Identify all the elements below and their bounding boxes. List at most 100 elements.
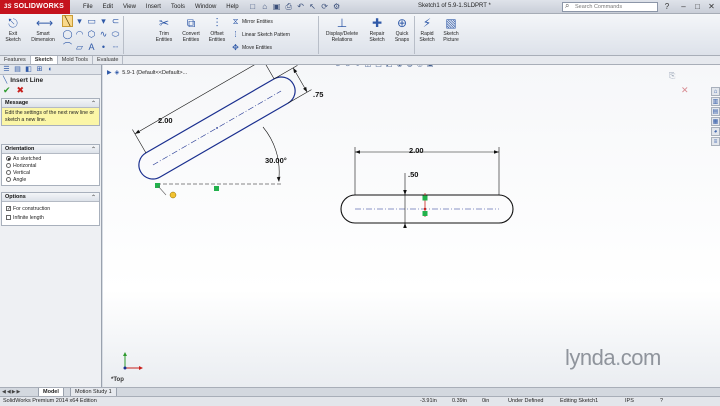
triad-x-arrow xyxy=(139,366,143,370)
exit-sketch-button[interactable]: ⎋ Exit Sketch xyxy=(2,16,24,43)
relation-marker-icon[interactable] xyxy=(422,211,428,216)
slot-2[interactable] xyxy=(340,147,514,228)
text-tool-icon[interactable]: A xyxy=(86,41,97,53)
radio-icon xyxy=(6,163,11,168)
arc-tool-icon[interactable]: ◠ xyxy=(74,28,85,40)
configuration-manager-icon[interactable]: ◧ xyxy=(24,66,33,74)
line-dropdown-icon[interactable]: ▾ xyxy=(74,15,85,27)
slot-1[interactable] xyxy=(120,65,312,184)
relation-marker-icon[interactable] xyxy=(214,186,219,191)
slot-1-length-dimension-line[interactable] xyxy=(134,65,264,135)
menu-edit[interactable]: Edit xyxy=(98,4,118,10)
display-manager-icon[interactable]: ◐ xyxy=(46,66,55,74)
select-arrow-icon[interactable]: ↖ xyxy=(308,2,318,12)
infinite-length-checkbox[interactable]: Infinite length xyxy=(2,213,99,222)
trim-entities-button[interactable]: ✂ Trim Entities xyxy=(152,16,176,43)
slot-2-width-dimension[interactable]: .50 xyxy=(408,170,418,179)
menu-tools[interactable]: Tools xyxy=(166,4,190,10)
point-tool-icon[interactable]: • xyxy=(98,41,109,53)
angle-arc[interactable] xyxy=(262,126,280,178)
open-folder-icon[interactable]: ⌂ xyxy=(260,2,270,12)
bottom-tab-bar: ◀◀▶▶ Model Motion Study 1 xyxy=(0,387,720,397)
graphics-area[interactable]: ▶ ◈ 5.9-1 (Default<<Default>... ⊕ ⊙ ↺ ◫ … xyxy=(103,65,720,387)
slot-1-angle-dimension[interactable]: 30.00° xyxy=(265,156,287,165)
circle-tool-icon[interactable]: ◯ xyxy=(62,28,73,40)
sketch-picture-button[interactable]: ▧ Sketch Picture xyxy=(440,16,462,43)
offset-label: Offset Entities xyxy=(208,31,226,43)
orientation-as-sketched-radio[interactable]: As sketched xyxy=(2,155,99,162)
minimize-icon[interactable]: – xyxy=(677,1,690,12)
rectangle-tool-icon[interactable]: ▭ xyxy=(86,15,97,27)
search-commands-input[interactable]: ⌕ Search Commands xyxy=(562,2,658,12)
mirror-entities-button[interactable]: ⧖ Mirror Entities xyxy=(231,17,273,27)
property-manager-icon[interactable]: ▤ xyxy=(13,66,22,74)
orientation-group-header[interactable]: Orientation ⌃ xyxy=(2,145,99,154)
close-icon[interactable]: ✕ xyxy=(705,1,718,12)
slot-tool-icon[interactable]: ⊂ xyxy=(110,15,121,27)
options-group-header[interactable]: Options ⌃ xyxy=(2,193,99,202)
menu-window[interactable]: Window xyxy=(190,4,221,10)
tab-features[interactable]: Features xyxy=(0,56,31,64)
offset-entities-button[interactable]: ⫶ Offset Entities xyxy=(205,16,229,43)
print-icon[interactable]: ⎙ xyxy=(284,2,294,12)
slot-1-width-dimension[interactable]: .75 xyxy=(313,90,323,99)
polygon-tool-icon[interactable]: ⬡ xyxy=(86,28,97,40)
checkbox-checked-icon: ✓ xyxy=(6,206,12,212)
chevron-up-icon: ⌃ xyxy=(90,100,96,107)
save-icon[interactable]: ▣ xyxy=(272,2,282,12)
units-system[interactable]: IPS xyxy=(625,397,634,406)
line-tool-icon[interactable]: ╲ xyxy=(62,15,73,27)
sketch-canvas[interactable]: 2.00 .75 30.00° 2.00 .50 xyxy=(103,65,720,387)
inference-point[interactable] xyxy=(169,191,177,199)
rapid-sketch-button[interactable]: ⚡ Rapid Sketch xyxy=(416,16,438,43)
help-icon[interactable]: ? xyxy=(660,397,663,406)
new-document-icon[interactable]: □ xyxy=(248,2,258,12)
move-entities-button[interactable]: ✥ Move Entities xyxy=(231,43,272,52)
quick-snaps-button[interactable]: ⊕ Quick Snaps xyxy=(391,16,413,43)
message-group-header[interactable]: Message ⌃ xyxy=(2,99,99,108)
property-manager: ☰ ▤ ◧ ⊞ ◐ ╲ Insert Line ✔ ✖ Message ⌃ Ed… xyxy=(0,65,102,387)
orientation-vertical-radio[interactable]: Vertical xyxy=(2,169,99,176)
menu-file[interactable]: File xyxy=(78,4,98,10)
display-delete-label: Display/Delete Relations xyxy=(325,31,359,43)
menu-view[interactable]: View xyxy=(118,4,141,10)
toolbar-separator xyxy=(318,16,319,54)
menu-insert[interactable]: Insert xyxy=(141,4,166,10)
slot-1-center-point[interactable] xyxy=(216,127,218,129)
display-delete-relations-button[interactable]: ⊥ Display/Delete Relations xyxy=(322,16,362,43)
options-gear-icon[interactable]: ⚙ xyxy=(332,2,342,12)
solidworks-logo[interactable]: 3S SOLIDWORKS xyxy=(0,0,70,14)
menu-help[interactable]: Help xyxy=(221,4,243,10)
slot-1-length-dimension[interactable]: 2.00 xyxy=(158,116,173,125)
smart-dimension-button[interactable]: ⟷ Smart Dimension xyxy=(28,16,58,43)
plane-tool-icon[interactable]: ▱ xyxy=(74,41,85,53)
centerline-tool-icon[interactable]: ┈ xyxy=(110,41,121,53)
ellipse-tool-icon[interactable]: ⬭ xyxy=(110,28,121,40)
spline-tool-icon[interactable]: ∿ xyxy=(98,28,109,40)
for-construction-checkbox[interactable]: ✓ For construction xyxy=(2,204,99,213)
rebuild-icon[interactable]: ⟳ xyxy=(320,2,330,12)
rectangle-dropdown-icon[interactable]: ▾ xyxy=(98,15,109,27)
maximize-icon[interactable]: □ xyxy=(691,1,704,12)
dimxpert-icon[interactable]: ⊞ xyxy=(35,66,44,74)
convert-entities-button[interactable]: ⧉ Convert Entities xyxy=(178,16,204,43)
cancel-x-icon[interactable]: ✖ xyxy=(17,85,25,96)
repair-sketch-button[interactable]: ✚ Repair Sketch xyxy=(364,16,390,43)
fillet-tool-icon[interactable]: ⌒ xyxy=(62,41,73,53)
undo-icon[interactable]: ↶ xyxy=(296,2,306,12)
relation-marker-icon[interactable] xyxy=(422,195,428,201)
tab-sketch[interactable]: Sketch xyxy=(30,56,58,64)
linear-sketch-pattern-button[interactable]: ⁞ Linear Sketch Pattern xyxy=(231,30,290,39)
help-question-icon[interactable]: ? xyxy=(662,2,672,12)
tab-mold-tools[interactable]: Mold Tools xyxy=(58,56,93,64)
triad-y-arrow xyxy=(123,352,127,356)
reference-triad[interactable] xyxy=(123,352,143,370)
ok-check-icon[interactable]: ✔ xyxy=(3,85,11,96)
slot-2-length-dimension[interactable]: 2.00 xyxy=(409,146,424,155)
orientation-angle-radio[interactable]: Angle xyxy=(2,176,99,183)
feature-tree-icon[interactable]: ☰ xyxy=(2,66,11,74)
toolbar-separator xyxy=(123,16,124,54)
tab-evaluate[interactable]: Evaluate xyxy=(93,56,124,64)
slot-2-center-point[interactable] xyxy=(423,207,427,211)
orientation-horizontal-radio[interactable]: Horizontal xyxy=(2,162,99,169)
